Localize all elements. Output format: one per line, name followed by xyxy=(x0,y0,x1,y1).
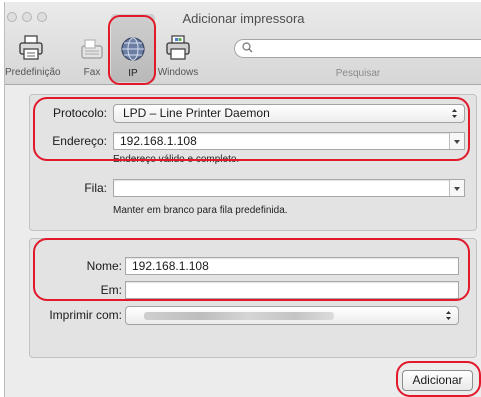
tool-default[interactable]: Predefinição xyxy=(5,34,61,80)
up-down-arrows-icon xyxy=(452,109,457,118)
protocol-label: Protocolo: xyxy=(52,106,107,120)
globe-icon xyxy=(120,36,146,65)
tool-windows[interactable]: Windows xyxy=(153,34,203,80)
up-down-arrows-icon xyxy=(446,311,451,320)
tool-windows-label: Windows xyxy=(157,67,199,78)
tool-ip[interactable]: IP xyxy=(111,14,155,82)
details-group: Nome: 192.168.1.108 Em: Imprimir com: xyxy=(29,238,477,358)
location-field[interactable] xyxy=(125,281,459,299)
tool-ip-label: IP xyxy=(128,68,138,79)
protocol-select[interactable]: LPD – Line Printer Daemon xyxy=(113,104,465,123)
queue-label: Fila: xyxy=(84,181,107,195)
print-using-select[interactable] xyxy=(125,306,459,325)
location-label: Em: xyxy=(100,283,122,297)
windows-printer-icon xyxy=(165,34,191,65)
redacted-driver-name xyxy=(144,312,334,320)
fax-icon xyxy=(79,34,105,65)
queue-field[interactable] xyxy=(113,179,465,197)
connection-group: Protocolo: LPD – Line Printer Daemon End… xyxy=(29,94,477,231)
address-value: 192.168.1.108 xyxy=(120,134,197,148)
address-label: Endereço: xyxy=(52,134,107,148)
chevron-down-icon xyxy=(454,140,460,144)
search-icon xyxy=(242,42,253,56)
name-value: 192.168.1.108 xyxy=(132,259,209,273)
protocol-value: LPD – Line Printer Daemon xyxy=(123,106,270,120)
tool-fax-label: Fax xyxy=(83,67,101,78)
queue-history-button[interactable] xyxy=(449,180,464,196)
address-field[interactable]: 192.168.1.108 xyxy=(113,132,465,150)
print-using-label: Imprimir com: xyxy=(49,308,122,322)
printer-icon xyxy=(18,34,44,65)
search-label: Pesquisar xyxy=(335,68,381,79)
tool-fax[interactable]: Fax xyxy=(77,34,107,80)
window-title: Adicionar impressora xyxy=(182,11,305,26)
address-hint: Endereço válido e completo. xyxy=(113,154,240,165)
name-label: Nome: xyxy=(86,259,122,273)
name-field[interactable]: 192.168.1.108 xyxy=(125,257,459,275)
add-printer-window: Adicionar impressora Predefinição Fax IP… xyxy=(4,2,481,397)
toolbar: Adicionar impressora Predefinição Fax IP… xyxy=(5,2,481,85)
queue-hint: Manter em branco para fila predefinida. xyxy=(113,205,288,216)
address-history-button[interactable] xyxy=(449,133,464,149)
search-input[interactable] xyxy=(234,39,481,58)
chevron-down-icon xyxy=(454,187,460,191)
add-button[interactable]: Adicionar xyxy=(402,370,473,391)
tool-default-label: Predefinição xyxy=(5,67,61,78)
